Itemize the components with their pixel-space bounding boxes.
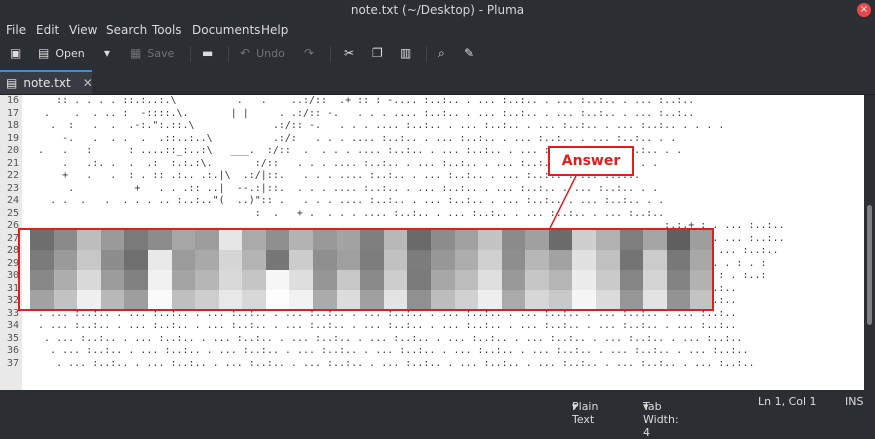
scrollbar-thumb[interactable] — [867, 205, 872, 325]
cursor-position: Ln 1, Col 1 — [758, 395, 817, 408]
status-bar: Plain Text ▾ Tab Width: 4 ▾ Ln 1, Col 1 … — [0, 390, 875, 439]
vertical-scrollbar[interactable] — [864, 95, 875, 390]
chevron-down-icon: ▾ — [572, 400, 578, 413]
chevron-down-icon: ▾ — [643, 400, 649, 413]
answer-callout: Answer — [548, 146, 634, 176]
callout-arrow — [549, 175, 577, 229]
insert-mode: INS — [845, 395, 864, 408]
